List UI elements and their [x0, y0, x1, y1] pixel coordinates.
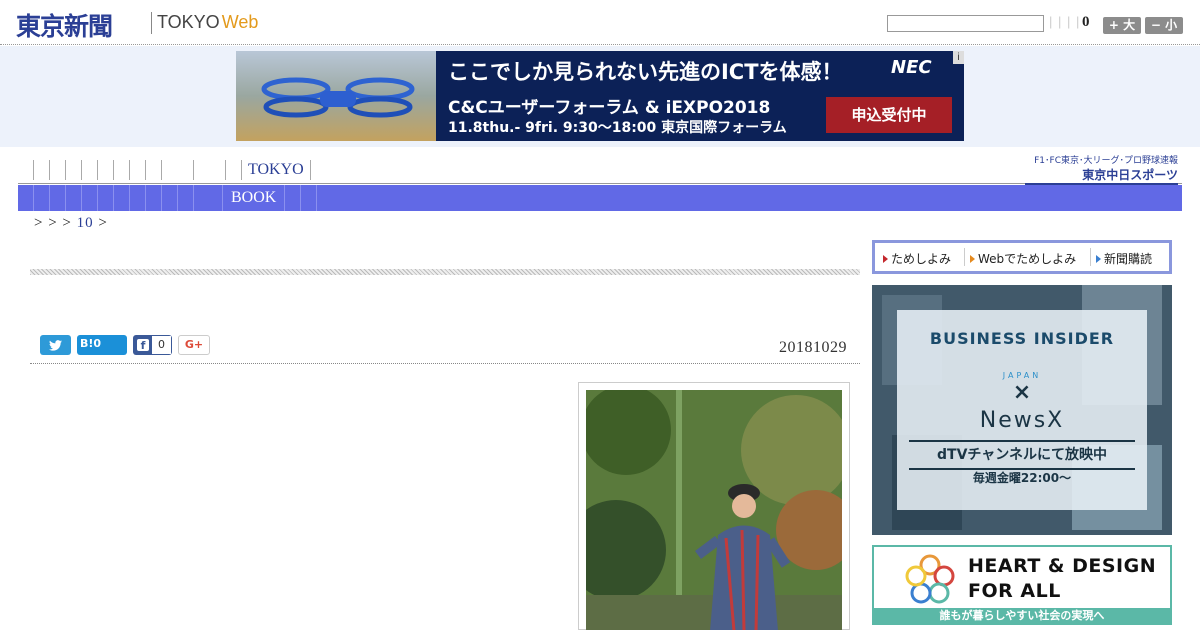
tokyo-web-logo[interactable]: TOKYO Web	[157, 12, 258, 33]
arrow-right-icon	[883, 255, 888, 263]
breadcrumb-item[interactable]: 10	[77, 215, 94, 231]
heart-design-logo	[905, 554, 955, 604]
nav-item[interactable]	[162, 160, 194, 180]
chunichi-sports-caption: F1･FC東京･大リーグ･プロ野球速報	[1034, 156, 1178, 166]
site-header: 東京新聞 TOKYO Web | | | | 0 + 大 − 小	[0, 0, 1200, 45]
logo-tokyo-text: TOKYO	[157, 12, 220, 32]
banner-ad[interactable]: ここでしか見られない先進のICTを体感！ NEC i C&Cユーザーフォーラム …	[236, 51, 964, 141]
tab-web-trial-read[interactable]: Webでためしよみ	[970, 250, 1076, 267]
font-size-decrease-button[interactable]: − 小	[1145, 17, 1183, 34]
ad-tagline: 誰もが暮らしやすい社会の実現へ	[874, 608, 1170, 623]
facebook-share-count: 0	[152, 336, 171, 354]
ad-business-insider-title: BUSINESS INSIDER	[929, 329, 1115, 348]
font-size-increase-button[interactable]: + 大	[1103, 17, 1141, 34]
nav-item[interactable]	[66, 160, 82, 180]
hatena-bookmark-button[interactable]: B!0	[77, 335, 127, 355]
site-logo[interactable]: 東京新聞	[16, 7, 113, 43]
subnav-item[interactable]	[82, 185, 98, 211]
google-plus-share-button[interactable]: G+	[178, 335, 210, 355]
secondary-nav: BOOK	[18, 185, 1182, 211]
ad-cross-symbol: ×	[1012, 380, 1032, 405]
sidebar-ad-business-insider[interactable]: BUSINESS INSIDER JAPAN × NewsX dTVチャンネルに…	[872, 285, 1172, 535]
header-link-separators: | | | |	[1049, 14, 1081, 29]
nav-item[interactable]	[18, 160, 34, 180]
drone-graphic	[261, 77, 415, 118]
subnav-item[interactable]	[98, 185, 114, 211]
ad-headline: ここでしか見られない先進のICTを体感！	[448, 60, 843, 84]
ad-dtv-channel: dTVチャンネルにて放映中	[909, 440, 1135, 470]
subnav-item[interactable]	[18, 185, 34, 211]
nav-item[interactable]	[50, 160, 66, 180]
article-photo[interactable]	[586, 390, 842, 630]
logo-divider	[151, 12, 152, 34]
nav-item[interactable]	[194, 160, 226, 180]
nav-item[interactable]	[130, 160, 146, 180]
arrow-right-icon	[970, 255, 975, 263]
nav-item[interactable]	[34, 160, 50, 180]
ad-cta-button[interactable]: 申込受付中	[826, 97, 952, 133]
tab-label: ためしよみ	[891, 252, 952, 266]
article-photo-frame	[578, 382, 850, 630]
nav-item[interactable]	[82, 160, 98, 180]
twitter-icon	[49, 340, 62, 351]
nav-item[interactable]	[226, 160, 242, 180]
search-input[interactable]	[887, 15, 1044, 32]
breadcrumb: > > > 10 >	[34, 215, 108, 232]
photo-woman-in-garden	[586, 390, 842, 630]
ad-heart-design-title: HEART & DESIGN	[968, 555, 1157, 577]
ad-brand: NEC	[891, 57, 932, 78]
nav-divider	[18, 183, 1182, 184]
tab-label: 新聞購読	[1104, 252, 1153, 266]
facebook-icon: f	[137, 339, 149, 352]
subnav-item[interactable]	[130, 185, 146, 211]
sidebar-tabs: ためしよみ Webでためしよみ 新聞購読	[872, 240, 1172, 274]
subnav-item[interactable]	[178, 185, 194, 211]
subnav-item[interactable]	[146, 185, 162, 211]
ad-drone-image	[236, 51, 436, 141]
tab-divider	[964, 248, 965, 266]
ad-text-panel: BUSINESS INSIDER JAPAN × NewsX dTVチャンネルに…	[897, 310, 1147, 510]
ad-event-date: 11.8thu.- 9fri. 9:30〜18:00 東京国際フォーラム	[448, 120, 787, 136]
subnav-item[interactable]	[114, 185, 130, 211]
article-divider	[30, 363, 860, 364]
ad-event-name: C&Cユーザーフォーラム & iEXPO2018	[448, 98, 771, 118]
article-title-rule	[30, 269, 860, 275]
primary-nav: TOKYO	[18, 158, 918, 182]
twitter-share-button[interactable]	[40, 335, 71, 355]
nav-item[interactable]	[146, 160, 162, 180]
chunichi-sports-link[interactable]: F1･FC東京･大リーグ･プロ野球速報 東京中日スポーツ	[1025, 153, 1178, 185]
subnav-item[interactable]	[34, 185, 50, 211]
tab-subscribe[interactable]: 新聞購読	[1096, 250, 1152, 267]
ad-for-all-title: FOR ALL	[968, 580, 1061, 602]
breadcrumb-prefix[interactable]: > > >	[34, 215, 72, 231]
nav-item-tokyo[interactable]: TOKYO	[242, 160, 311, 180]
article-date: 20181029	[779, 339, 847, 356]
nav-item[interactable]	[114, 160, 130, 180]
chunichi-sports-logo: 東京中日スポーツ	[1025, 166, 1178, 185]
breadcrumb-suffix: >	[98, 215, 108, 231]
tab-label: Webでためしよみ	[978, 252, 1077, 266]
logo-web-text: Web	[221, 12, 259, 32]
ad-japan-label: JAPAN	[1002, 371, 1042, 380]
subnav-item-book[interactable]: BOOK	[222, 185, 286, 211]
ad-info-icon[interactable]: i	[953, 51, 964, 64]
subnav-item[interactable]	[50, 185, 66, 211]
arrow-right-icon	[1096, 255, 1101, 263]
subnav-item[interactable]	[301, 185, 318, 211]
tab-trial-read[interactable]: ためしよみ	[883, 250, 951, 267]
header-count: 0	[1082, 14, 1090, 30]
tab-divider	[1090, 248, 1091, 266]
sidebar-ad-heart-design[interactable]: HEART & DESIGN FOR ALL 誰もが暮らしやすい社会の実現へ	[872, 545, 1172, 625]
subnav-item[interactable]	[285, 185, 302, 211]
ad-newsx-logo: NewsX	[979, 408, 1065, 433]
ad-airtime: 毎週金曜22:00〜	[972, 471, 1072, 485]
subnav-item[interactable]	[66, 185, 82, 211]
subnav-item[interactable]	[162, 185, 178, 211]
facebook-share-button[interactable]: f 0	[133, 335, 172, 355]
nav-item[interactable]	[98, 160, 114, 180]
